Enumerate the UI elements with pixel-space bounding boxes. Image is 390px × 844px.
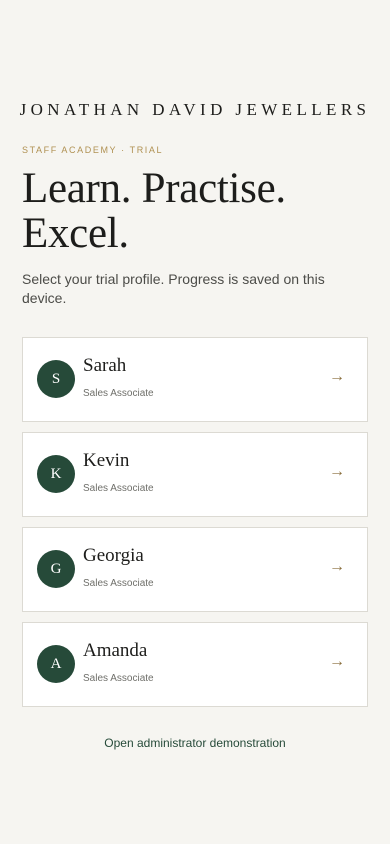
page-subtitle: Select your trial profile. Progress is s… (22, 271, 325, 306)
profile-card-amanda[interactable]: A Amanda Sales Associate → (22, 622, 368, 707)
brand-logo: JONATHAN DAVID JEWELLERS (19, 100, 371, 119)
profile-role: Sales Associate (83, 578, 154, 589)
profile-list: S Sarah Sales Associate → K Kevin Sales … (22, 337, 368, 717)
headline-line-2: Excel. (22, 210, 129, 257)
profile-name: Georgia (83, 545, 144, 566)
profile-role: Sales Associate (83, 388, 154, 399)
headline-line-1: Learn. Practise. (22, 165, 286, 212)
profile-card-georgia[interactable]: G Georgia Sales Associate → (22, 527, 368, 612)
arrow-right-icon: → (329, 653, 345, 670)
profile-role: Sales Associate (83, 483, 154, 494)
profile-name: Amanda (83, 640, 148, 661)
page-headline: Learn. Practise. Excel. (22, 166, 372, 256)
avatar: S (37, 360, 75, 398)
admin-demo-link[interactable]: Open administrator demonstration (0, 736, 390, 750)
profile-name: Kevin (83, 450, 130, 471)
profile-role: Sales Associate (83, 673, 154, 684)
profile-card-sarah[interactable]: S Sarah Sales Associate → (22, 337, 368, 422)
eyebrow-label: STAFF ACADEMY · TRIAL (22, 145, 164, 155)
profile-name: Sarah (83, 355, 127, 376)
arrow-right-icon: → (329, 558, 345, 575)
avatar: G (37, 550, 75, 588)
avatar: K (37, 455, 75, 493)
avatar: A (37, 645, 75, 683)
profile-card-kevin[interactable]: K Kevin Sales Associate → (22, 432, 368, 517)
arrow-right-icon: → (329, 368, 345, 385)
arrow-right-icon: → (329, 463, 345, 480)
